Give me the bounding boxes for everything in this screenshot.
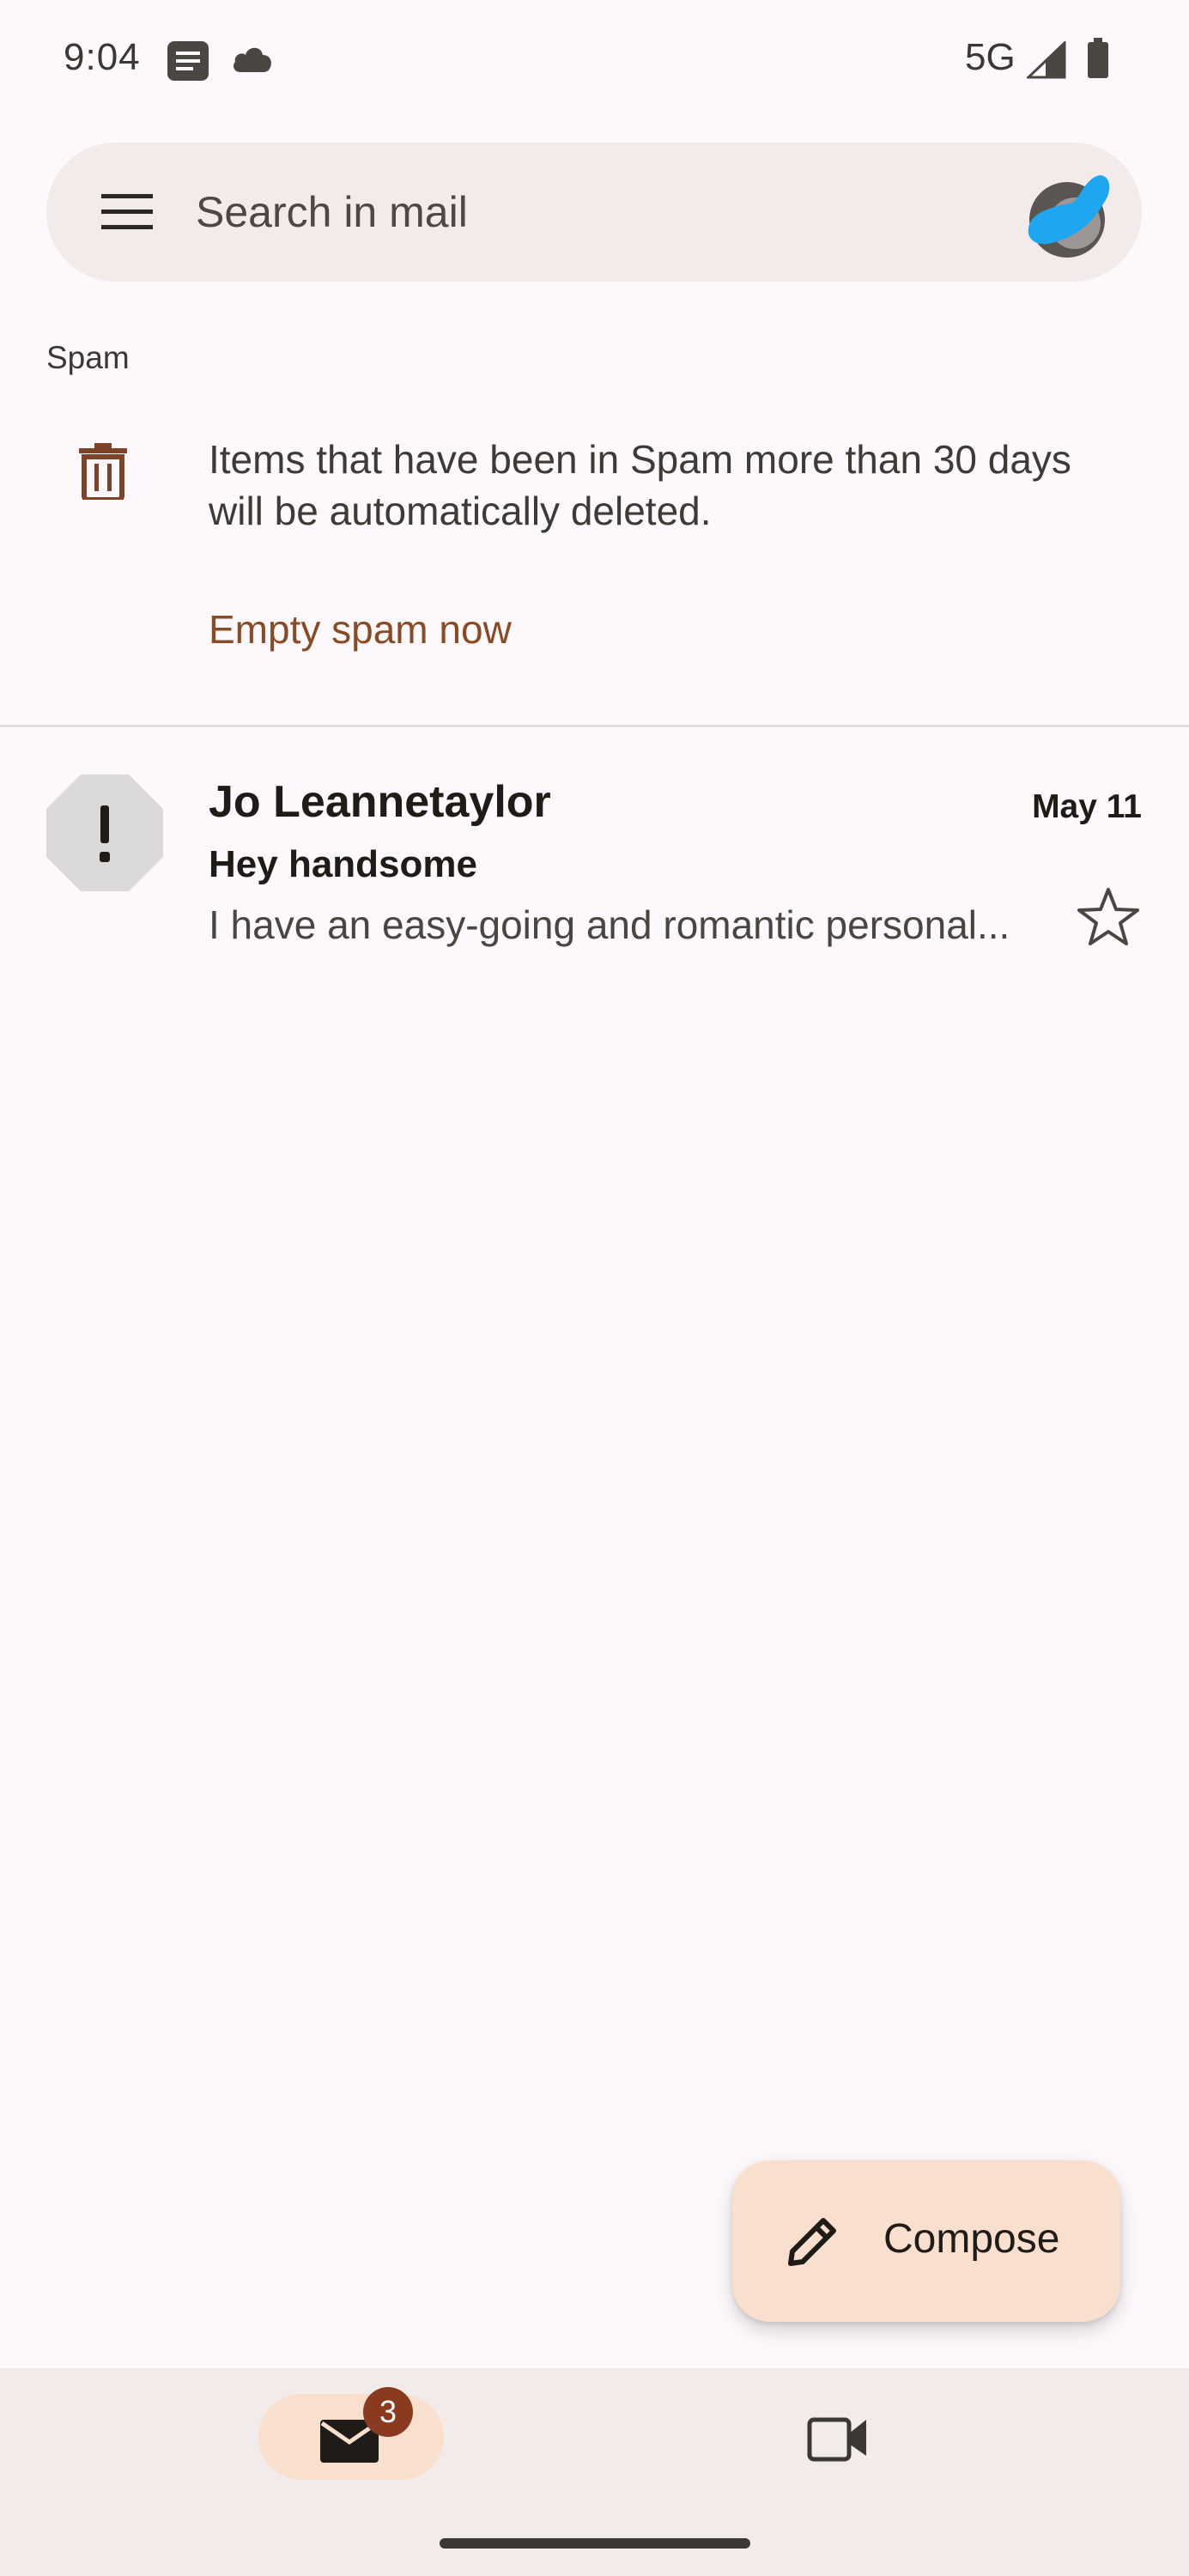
empty-spam-button[interactable]: Empty spam now	[209, 606, 512, 653]
home-indicator[interactable]	[440, 2538, 750, 2549]
battery-icon	[1088, 38, 1108, 78]
trash-icon	[79, 443, 127, 500]
unread-badge: 3	[363, 2387, 413, 2437]
spam-notice: Items that have been in Spam more than 3…	[209, 437, 1071, 533]
status-bar: 9:04 5G	[0, 0, 1189, 120]
message-icon	[167, 41, 209, 81]
email-subject: Hey handsome	[209, 843, 477, 885]
email-row[interactable]: Jo Leannetaylor May 11 Hey handsome I ha…	[0, 747, 1189, 970]
search-bar[interactable]: Search in mail	[46, 143, 1142, 282]
gmail-spam-screen: 9:04 5G Search in mail Spam Items that h…	[0, 0, 1189, 2576]
video-icon	[807, 2417, 866, 2462]
spam-warning-icon	[46, 775, 163, 891]
cloud-icon	[234, 47, 271, 72]
status-time: 9:04	[64, 36, 141, 78]
star-icon[interactable]	[1077, 886, 1140, 946]
email-sender: Jo Leannetaylor	[209, 777, 551, 827]
folder-label: Spam	[46, 340, 130, 375]
compose-label: Compose	[883, 2216, 1060, 2262]
signal-icon	[1027, 41, 1066, 79]
tab-mail[interactable]: 3	[258, 2387, 444, 2480]
bottom-nav: 3	[0, 2368, 1189, 2576]
compose-button[interactable]: Compose	[732, 2160, 1120, 2322]
divider	[0, 725, 1189, 727]
search-input[interactable]: Search in mail	[196, 187, 468, 237]
network-type: 5G	[965, 36, 1016, 78]
account-avatar[interactable]	[1022, 168, 1113, 259]
menu-icon[interactable]	[100, 192, 155, 232]
pencil-icon	[788, 2218, 836, 2266]
tab-meet[interactable]	[773, 2394, 901, 2480]
email-snippet: I have an easy-going and romantic person…	[209, 902, 1010, 947]
email-date: May 11	[1032, 788, 1142, 825]
